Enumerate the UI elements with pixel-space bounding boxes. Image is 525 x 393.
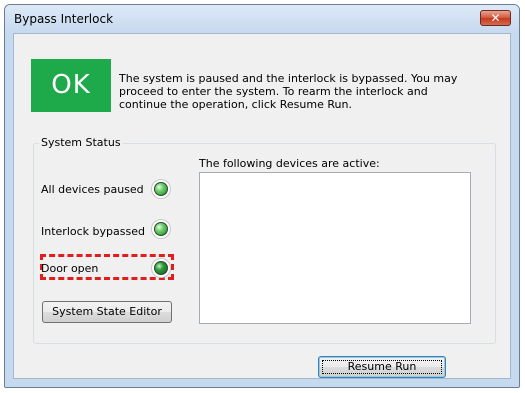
- resume-run-button[interactable]: Resume Run: [318, 356, 446, 378]
- dialog-body: OK The system is paused and the interloc…: [13, 33, 511, 379]
- close-button[interactable]: ✕: [480, 10, 511, 26]
- system-status-group: System Status All devices paused Interlo…: [33, 136, 496, 344]
- active-devices-list[interactable]: [199, 172, 471, 324]
- bypass-interlock-window: Bypass Interlock ✕ OK The system is paus…: [4, 4, 520, 388]
- all-devices-paused-indicator-icon: [154, 182, 168, 196]
- interlock-bypassed-indicator-icon: [154, 222, 168, 236]
- door-open-indicator-icon: [154, 261, 168, 275]
- ok-status-badge: OK: [31, 59, 111, 112]
- door-open-label: Door open: [41, 262, 99, 275]
- system-state-editor-button[interactable]: System State Editor: [42, 301, 172, 323]
- system-status-title: System Status: [39, 136, 123, 149]
- focus-rectangle: [322, 360, 442, 374]
- status-message: The system is paused and the interlock i…: [119, 72, 458, 111]
- close-icon: ✕: [490, 11, 501, 25]
- active-devices-label: The following devices are active:: [199, 157, 380, 170]
- all-devices-paused-label: All devices paused: [41, 183, 144, 196]
- interlock-bypassed-label: Interlock bypassed: [41, 225, 145, 238]
- window-title: Bypass Interlock: [14, 12, 114, 26]
- title-bar[interactable]: Bypass Interlock ✕: [5, 5, 519, 33]
